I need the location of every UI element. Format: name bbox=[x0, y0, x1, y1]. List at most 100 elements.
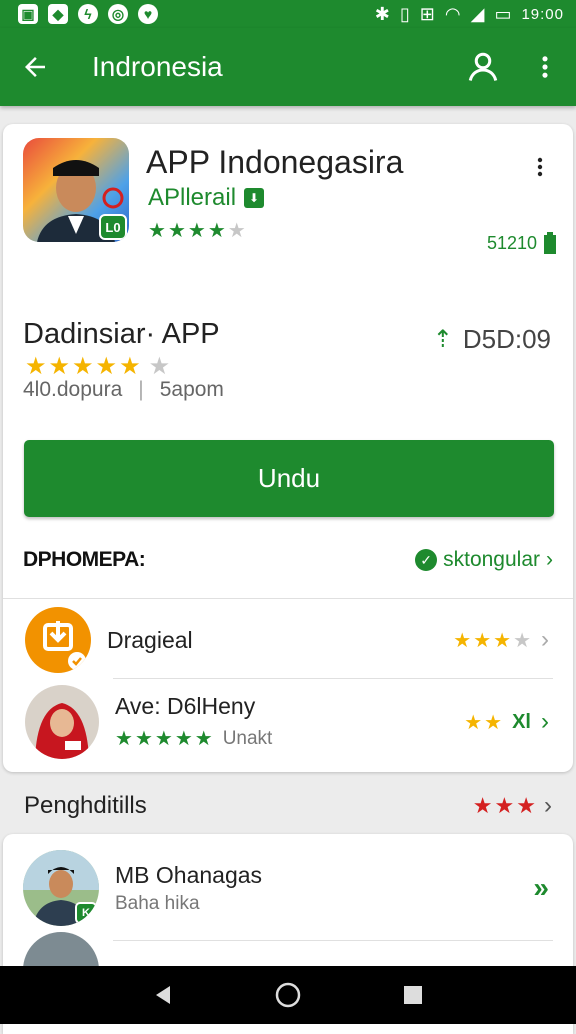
star-icon: ★ bbox=[48, 353, 71, 380]
app-size-value: 51210 bbox=[486, 232, 537, 253]
star-icon: ★ bbox=[115, 728, 133, 750]
app-name: APP Indonegasira bbox=[146, 144, 404, 180]
nav-back-button[interactable] bbox=[143, 975, 183, 1015]
details-meta: 4l0.dopura | 5apom bbox=[23, 378, 224, 402]
nav-home-button[interactable] bbox=[268, 975, 308, 1015]
vibrate-icon: ▯ bbox=[399, 3, 410, 24]
section2-heading: Penghditills bbox=[24, 792, 147, 819]
list-item[interactable]: Dragieal ★ ★ ★ ★ › bbox=[3, 607, 573, 673]
section2-header[interactable]: Penghditills ★ ★ ★ › bbox=[24, 792, 552, 820]
item-name: Dragieal bbox=[107, 626, 193, 653]
details-info: 5apom bbox=[159, 378, 224, 401]
item-name: MB Ohanagas bbox=[115, 861, 263, 888]
chrome-icon: ◎ bbox=[108, 4, 128, 24]
messenger-icon: ϟ bbox=[78, 4, 98, 24]
nav-recents-button[interactable] bbox=[393, 975, 433, 1015]
star-icon: ★ bbox=[25, 353, 47, 380]
star-icon: ★ bbox=[167, 220, 186, 242]
star-icon: ★ bbox=[119, 353, 141, 380]
item-rating-stars: ★ ★ ★ ★ bbox=[453, 628, 531, 653]
star-icon: ★ bbox=[473, 629, 492, 652]
details-timer: ⇡ D5D:09 bbox=[433, 324, 551, 355]
app-menu-button[interactable] bbox=[525, 152, 555, 182]
app-detail-card: L0 APP Indonegasira APllerail ⬇ ★ ★ ★ ★ … bbox=[3, 124, 573, 772]
meta-separator: | bbox=[138, 378, 144, 401]
item-sub: Unakt bbox=[222, 727, 273, 749]
heart-icon: ♥ bbox=[138, 4, 158, 24]
verified-icon: ⬇ bbox=[244, 188, 265, 208]
chevron-right-icon: › bbox=[546, 548, 553, 571]
star-icon: ★ bbox=[227, 220, 246, 242]
item-name: Ave: D6lHeny bbox=[115, 693, 256, 719]
star-icon: ★ bbox=[187, 220, 206, 242]
chevron-double-right-icon: » bbox=[533, 872, 549, 903]
download-box-icon bbox=[43, 621, 86, 670]
star-icon: ★ bbox=[194, 728, 213, 750]
developer-name: APllerail bbox=[148, 184, 237, 211]
overflow-menu-button[interactable] bbox=[514, 28, 576, 106]
battery-icon: ▭ bbox=[494, 3, 512, 24]
person-icon bbox=[468, 52, 498, 81]
list-item-text: Dragieal bbox=[107, 627, 193, 654]
star-icon: ★ bbox=[148, 220, 166, 242]
developer-row[interactable]: APllerail ⬇ bbox=[148, 184, 265, 212]
divider bbox=[3, 598, 573, 599]
status-right-icons: ✱ ▯ ⊞ ◠ ◢ ▭ 19:00 bbox=[375, 4, 564, 25]
app-rating-stars: ★ ★ ★ ★ ★ bbox=[148, 218, 246, 243]
triangle-back-icon bbox=[155, 986, 170, 1004]
status-bar: ▣ ◆ ϟ ◎ ♥ ✱ ▯ ⊞ ◠ ◢ ▭ 19:00 bbox=[0, 0, 576, 28]
back-button[interactable] bbox=[0, 28, 70, 106]
item-rating-stars: ★ ★ ★ ★ ★ bbox=[115, 726, 213, 751]
star-icon: ★ bbox=[513, 629, 531, 652]
list-item[interactable]: K MB Ohanagas Baha hika » bbox=[3, 848, 573, 928]
avatar-badge: K bbox=[75, 902, 97, 924]
app-icon-badge: L0 bbox=[99, 214, 127, 240]
install-button[interactable]: Undu bbox=[24, 440, 554, 517]
chevron-right-icon: › bbox=[541, 626, 549, 653]
app-icon[interactable]: L0 bbox=[23, 138, 129, 242]
wifi-icon: ◠ bbox=[444, 3, 461, 24]
section-heading: DPHOMEPA: bbox=[23, 548, 146, 571]
item-sub: Baha hika bbox=[115, 892, 200, 914]
navigation-bar bbox=[0, 966, 576, 1024]
section2-right: ★ ★ ★ › bbox=[473, 792, 552, 820]
star-icon: ★ bbox=[494, 793, 515, 818]
item-sub-row: ★ ★ ★ ★ ★ Unakt bbox=[115, 726, 272, 751]
arrow-left-icon bbox=[25, 57, 45, 77]
star-icon: ★ bbox=[174, 728, 193, 750]
account-button[interactable] bbox=[452, 28, 514, 106]
chevron-right-icon: › bbox=[541, 708, 549, 735]
item-right-text: Xl bbox=[512, 710, 531, 733]
star-icon: ★ bbox=[72, 353, 94, 380]
avatar-person-image bbox=[35, 703, 89, 759]
details-title: Dadinsiar· APP bbox=[23, 318, 220, 350]
more-vert-icon bbox=[542, 56, 548, 78]
star-icon: ★ bbox=[207, 220, 226, 242]
status-time: 19:00 bbox=[521, 5, 564, 23]
page-title: Indronesia bbox=[92, 51, 223, 82]
check-circle-icon: ✓ bbox=[415, 549, 438, 571]
signal-bars-icon: ◢ bbox=[470, 3, 485, 24]
star-icon: ★ bbox=[453, 629, 472, 652]
star-icon: ★ bbox=[148, 353, 171, 380]
downloads-count: 4l0.dopura bbox=[23, 378, 123, 401]
image-icon: ▣ bbox=[18, 4, 38, 24]
star-icon: ★ bbox=[484, 711, 503, 734]
list-item[interactable]: Ave: D6lHeny ★ ★ ★ ★ ★ Unakt ★ ★ Xl › bbox=[3, 685, 573, 759]
star-icon: ★ bbox=[472, 793, 493, 818]
star-icon: ★ bbox=[516, 793, 536, 818]
item-right: » bbox=[533, 872, 549, 904]
list-item-text: Ave: D6lHeny ★ ★ ★ ★ ★ Unakt bbox=[115, 693, 272, 751]
details-rating-stars: ★ ★ ★ ★ ★ ★ bbox=[25, 352, 170, 381]
divider bbox=[113, 678, 553, 679]
star-icon: ★ bbox=[493, 629, 512, 652]
avatar bbox=[25, 685, 99, 759]
status-left-icons: ▣ ◆ ϟ ◎ ♥ bbox=[18, 4, 158, 24]
divider bbox=[113, 940, 553, 941]
timer-value: D5D:09 bbox=[462, 324, 551, 354]
item-right: ★ ★ Xl › bbox=[464, 708, 549, 736]
item-right-stars: ★ ★ bbox=[464, 710, 502, 735]
section-link[interactable]: ✓ sktongular › bbox=[415, 548, 553, 572]
battery-icon bbox=[544, 232, 556, 254]
chevron-right-icon: › bbox=[544, 792, 552, 819]
